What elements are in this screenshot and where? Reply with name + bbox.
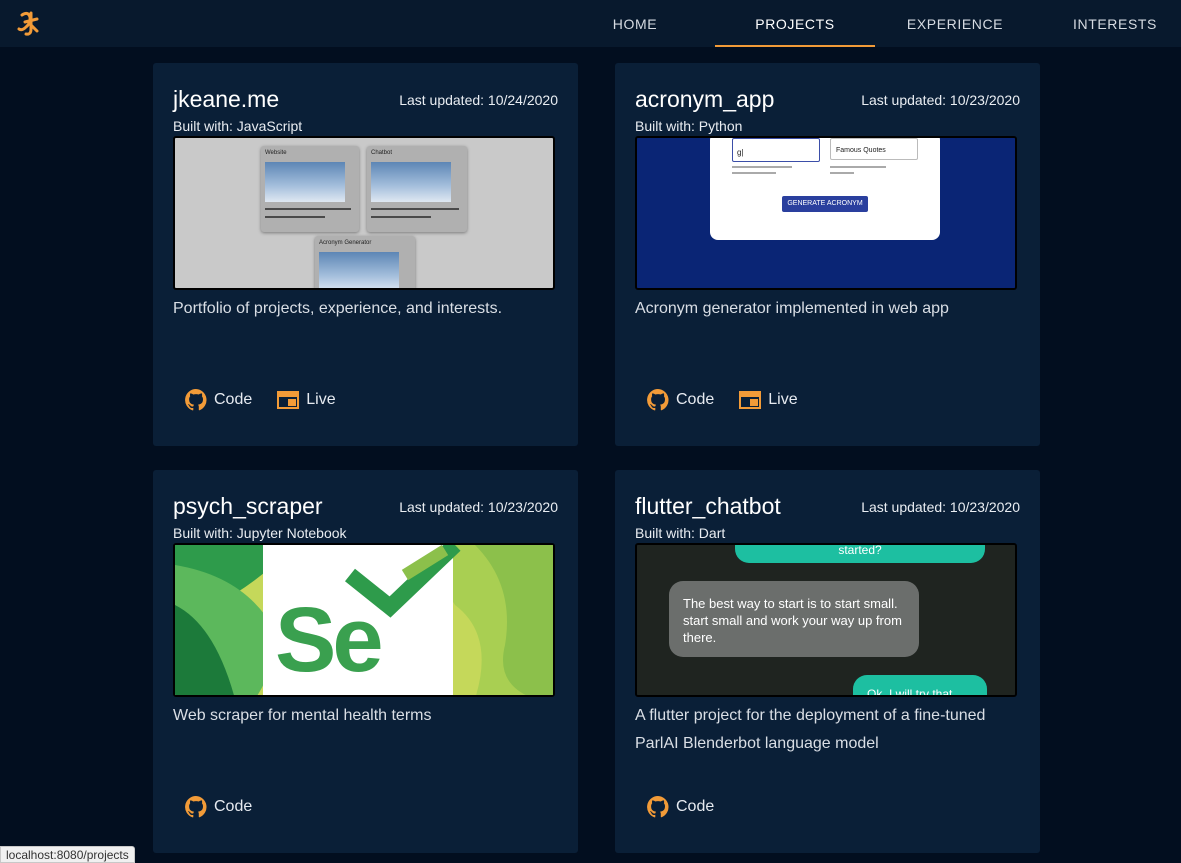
data-select: Famous Quotes [830,138,918,160]
built-with: Built with: Jupyter Notebook [173,525,347,541]
project-thumbnail: Se [173,543,555,697]
browser-window-icon [739,391,762,409]
github-icon [647,796,669,818]
mini-card-title: Chatbot [371,150,393,156]
chat-bubble-user: Ok, I will try that [853,675,987,695]
code-link[interactable]: Code [184,795,252,819]
chat-bubble-user: started? [735,545,985,563]
tab-experience[interactable]: EXPERIENCE [875,0,1035,47]
top-nav: HOME PROJECTS EXPERIENCE INTERESTS [0,0,1181,47]
generate-button: GENERATE ACRONYM [782,196,868,212]
mini-card-title: Acronym Generator [319,240,372,246]
browser-window-icon [277,391,300,409]
tab-projects[interactable]: PROJECTS [715,0,875,47]
github-icon [647,389,669,411]
logo-icon[interactable] [14,9,42,37]
last-updated: Last updated: 10/23/2020 [861,92,1020,108]
chat-bubble-bot: The best way to start is to start small.… [669,581,919,657]
last-updated: Last updated: 10/23/2020 [399,499,558,515]
selenium-logo-text: Se [275,589,384,691]
word-field: g| [732,138,820,162]
project-card-jkeane-me: jkeane.me Last updated: 10/24/2020 Built… [153,63,578,446]
code-link-label: Code [676,391,715,408]
project-card-flutter-chatbot: flutter_chatbot Last updated: 10/23/2020… [615,470,1040,853]
live-link[interactable]: Live [738,388,798,412]
project-title: acronym_app [635,86,775,112]
live-link-label: Live [768,391,798,408]
project-thumbnail: started? The best way to start is to sta… [635,543,1017,697]
code-link[interactable]: Code [184,388,252,412]
project-title: jkeane.me [173,86,280,112]
code-link-label: Code [214,391,253,408]
project-description: Acronym generator implemented in web app [635,300,949,317]
mini-card-title: Website [265,150,287,156]
project-title: flutter_chatbot [635,493,781,519]
project-description: Web scraper for mental health terms [173,707,432,724]
live-link[interactable]: Live [276,388,336,412]
last-updated: Last updated: 10/23/2020 [861,499,1020,515]
tab-interests[interactable]: INTERESTS [1035,0,1181,47]
project-description: A flutter project for the deployment of … [635,707,986,752]
project-card-psych-scraper: psych_scraper Last updated: 10/23/2020 B… [153,470,578,853]
code-link-label: Code [214,798,253,815]
tab-home[interactable]: HOME [555,0,715,47]
project-thumbnail: g| Famous Quotes GENERATE ACRONYM [635,136,1017,290]
code-link-label: Code [676,798,715,815]
project-title: psych_scraper [173,493,323,519]
github-icon [185,389,207,411]
code-link[interactable]: Code [646,795,714,819]
project-thumbnail: Website Chatbot Acronym Generator [173,136,555,290]
built-with: Built with: JavaScript [173,118,303,134]
github-icon [185,796,207,818]
project-card-acronym-app: acronym_app Last updated: 10/23/2020 Bui… [615,63,1040,446]
live-link-label: Live [306,391,336,408]
code-link[interactable]: Code [646,388,714,412]
built-with: Built with: Dart [635,525,726,541]
built-with: Built with: Python [635,118,743,134]
last-updated: Last updated: 10/24/2020 [399,92,558,108]
status-bar-url: localhost:8080/projects [0,846,135,863]
project-description: Portfolio of projects, experience, and i… [173,300,503,317]
